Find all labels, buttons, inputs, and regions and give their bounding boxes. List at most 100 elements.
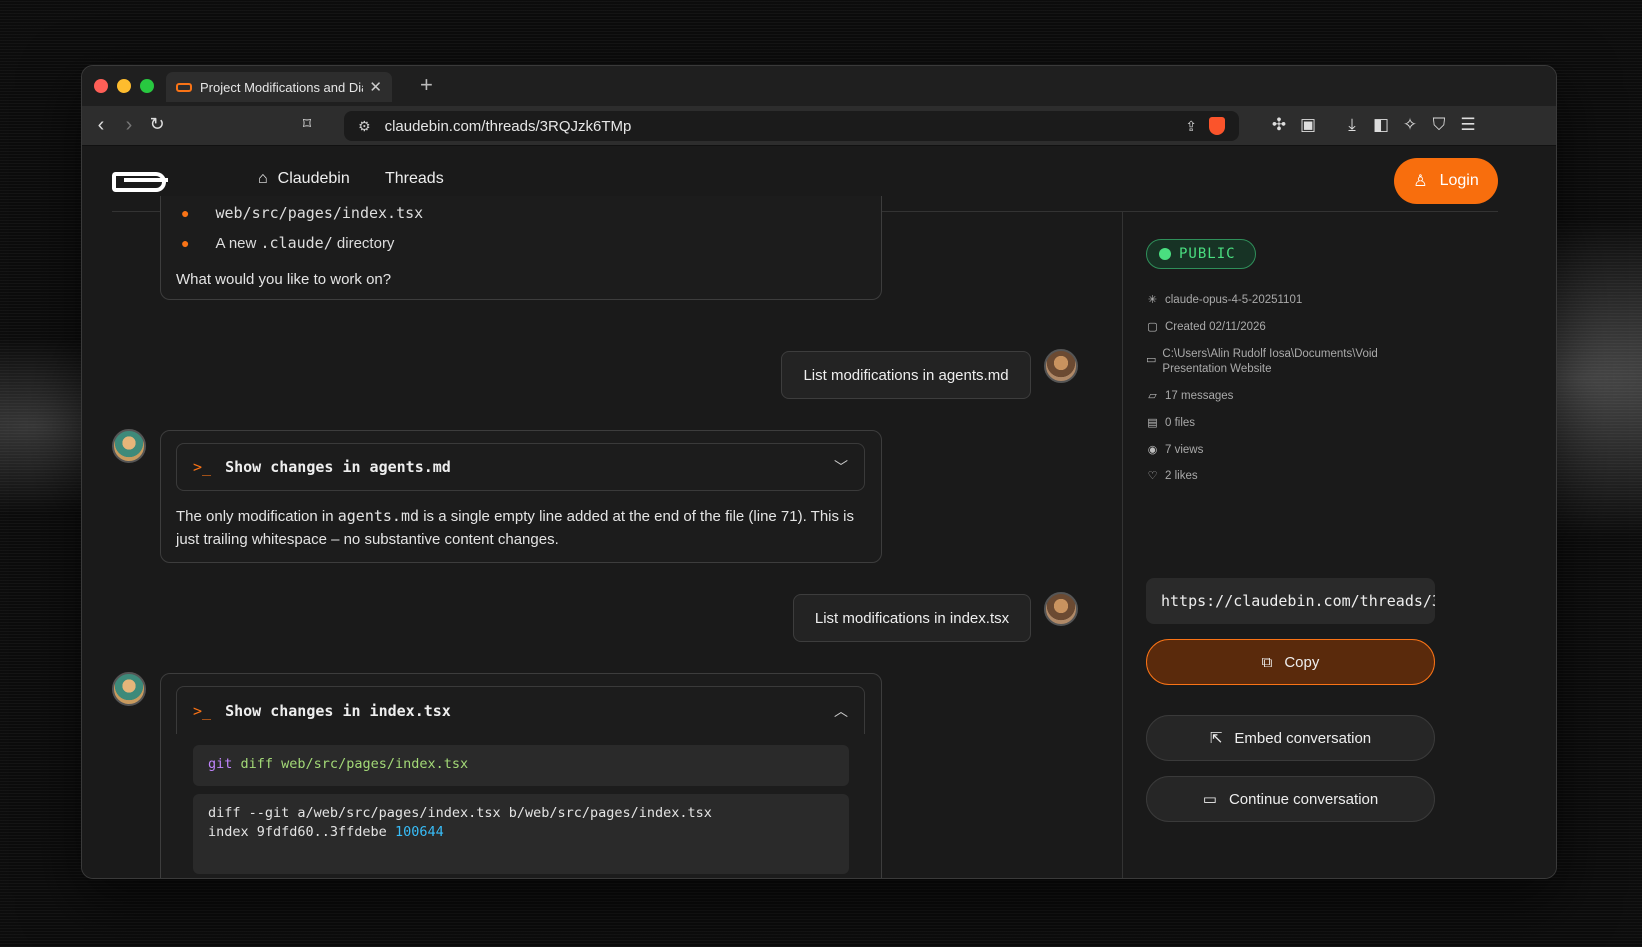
bookmark-icon[interactable]: ⌑ bbox=[296, 114, 318, 134]
new-tab-button[interactable]: + bbox=[420, 72, 433, 98]
sparkle-icon: ✳ bbox=[1147, 294, 1158, 306]
assistant-message: >_ Show changes in agents.md ﹀ The only … bbox=[160, 430, 882, 563]
share-url-field[interactable]: https://claudebin.com/threads/3RQJzk6TMp bbox=[1146, 578, 1435, 624]
copy-label: Copy bbox=[1284, 653, 1320, 671]
user-message: List modifications in index.tsx bbox=[793, 594, 1031, 642]
favicon-icon bbox=[176, 82, 192, 92]
diff-index: index 9fdfd60..3ffdebe bbox=[208, 824, 395, 840]
chat-bubble-icon: ▭ bbox=[1202, 791, 1217, 808]
command-args: diff web/src/pages/index.tsx bbox=[240, 756, 469, 772]
brave-shield-icon[interactable] bbox=[1209, 117, 1225, 135]
minimize-window-button[interactable] bbox=[117, 79, 131, 93]
vpn-shield-icon[interactable]: ⛉ bbox=[1428, 115, 1450, 135]
meta-views-text: 7 views bbox=[1165, 444, 1204, 456]
tool-call-toggle[interactable]: >_ Show changes in agents.md ﹀ bbox=[176, 443, 865, 491]
tool-call-title: Show changes in index.tsx bbox=[225, 701, 451, 720]
copy-icon: ⧉ bbox=[1261, 653, 1273, 671]
forward-icon[interactable]: › bbox=[118, 114, 140, 137]
external-link-icon: ⇱ bbox=[1209, 730, 1223, 747]
assistant-text: The only modification in agents.md is a … bbox=[176, 505, 866, 551]
file-icon: ▤ bbox=[1147, 417, 1158, 429]
menu-icon[interactable]: ☰ bbox=[1457, 115, 1479, 135]
terminal-icon: >_ bbox=[193, 701, 212, 720]
user-message: List modifications in agents.md bbox=[781, 351, 1031, 399]
window-controls bbox=[94, 79, 154, 93]
assistant-message: ● web/src/pages/index.tsx ● A new .claud… bbox=[160, 196, 882, 300]
back-icon[interactable]: ‹ bbox=[90, 114, 112, 137]
bullet-icon: ● bbox=[181, 235, 190, 251]
diff-line: index 9fdfd60..3ffdebe 100644 bbox=[208, 823, 834, 842]
browser-window: Project Modifications and Diag ✕ + ‹ › ↻… bbox=[81, 65, 1557, 879]
meta-files: ▤ 0 files bbox=[1146, 416, 1195, 431]
command-block: git diff web/src/pages/index.tsx bbox=[193, 745, 849, 786]
browser-toolbar: ‹ › ↻ ⌑ ⚙ claudebin.com/threads/3RQJzk6T… bbox=[82, 106, 1556, 146]
meta-model: ✳ claude-opus-4-5-20251101 bbox=[1146, 293, 1302, 308]
tab-title: Project Modifications and Diag bbox=[200, 79, 364, 95]
list-item-code: .claude/ bbox=[260, 234, 333, 252]
assistant-message: >_ Show changes in index.tsx ︿ git diff … bbox=[160, 673, 882, 878]
assistant-text: What would you like to work on? bbox=[176, 271, 392, 288]
reply-text-a: The only modification in bbox=[176, 508, 338, 525]
message-icon: ▱ bbox=[1148, 390, 1157, 402]
meta-created: ▢ Created 02/11/2026 bbox=[1146, 320, 1266, 335]
list-item: ● A new .claude/ directory bbox=[181, 234, 394, 252]
meta-likes-text: 2 likes bbox=[1165, 470, 1198, 482]
screenshot-icon[interactable]: ▣ bbox=[1297, 115, 1319, 135]
site-settings-icon[interactable]: ⚙ bbox=[358, 118, 371, 135]
close-tab-icon[interactable]: ✕ bbox=[369, 78, 382, 96]
browser-tab[interactable]: Project Modifications and Diag ✕ bbox=[166, 72, 392, 102]
download-icon[interactable]: ⤓ bbox=[1341, 115, 1363, 135]
reload-icon[interactable]: ↻ bbox=[146, 114, 168, 135]
user-avatar bbox=[1044, 592, 1078, 626]
chevron-up-icon[interactable]: ︿ bbox=[834, 701, 848, 721]
globe-icon bbox=[1159, 248, 1171, 260]
diff-output: diff --git a/web/src/pages/index.tsx b/w… bbox=[193, 794, 849, 874]
diff-line: diff --git a/web/src/pages/index.tsx b/w… bbox=[208, 805, 712, 821]
ai-assistant-icon[interactable]: ✧ bbox=[1399, 115, 1421, 135]
heart-icon: ♡ bbox=[1147, 470, 1158, 482]
meta-views: ◉ 7 views bbox=[1146, 443, 1204, 458]
embed-label: Embed conversation bbox=[1234, 729, 1372, 747]
bullet-icon: ● bbox=[181, 205, 190, 221]
close-window-button[interactable] bbox=[94, 79, 108, 93]
tool-call-title: Show changes in agents.md bbox=[225, 458, 451, 476]
meta-path-text: C:\Users\Alin Rudolf Iosa\Documents\Void… bbox=[1162, 348, 1378, 375]
visibility-label: PUBLIC bbox=[1179, 246, 1236, 262]
continue-conversation-button[interactable]: ▭ Continue conversation bbox=[1146, 776, 1435, 822]
nav-threads-link[interactable]: Threads bbox=[385, 170, 444, 188]
list-item: ● web/src/pages/index.tsx bbox=[181, 204, 423, 222]
url-text[interactable]: claudebin.com/threads/3RQJzk6TMp bbox=[385, 118, 1186, 135]
meta-model-text: claude-opus-4-5-20251101 bbox=[1165, 294, 1303, 306]
meta-likes: ♡ 2 likes bbox=[1146, 469, 1198, 484]
calendar-icon: ▢ bbox=[1147, 321, 1158, 333]
share-icon[interactable]: ⇪ bbox=[1185, 118, 1197, 135]
continue-label: Continue conversation bbox=[1228, 790, 1379, 808]
terminal-icon: >_ bbox=[193, 458, 212, 476]
eye-icon: ◉ bbox=[1147, 444, 1158, 456]
list-item-text: web/src/pages/index.tsx bbox=[215, 204, 424, 222]
meta-files-text: 0 files bbox=[1165, 417, 1196, 429]
meta-messages: ▱ 17 messages bbox=[1146, 389, 1233, 404]
sidebar-toggle-icon[interactable]: ◧ bbox=[1370, 115, 1392, 135]
chevron-down-icon[interactable]: ﹀ bbox=[834, 457, 848, 477]
tool-call-toggle[interactable]: >_ Show changes in index.tsx ︿ bbox=[176, 686, 865, 734]
meta-created-text: Created 02/11/2026 bbox=[1165, 321, 1266, 333]
extensions-icon[interactable]: ✣ bbox=[1268, 115, 1290, 135]
sidebar-divider bbox=[1122, 212, 1123, 878]
login-button[interactable]: ♙ Login bbox=[1394, 158, 1498, 204]
login-label: Login bbox=[1439, 172, 1479, 189]
visibility-badge: PUBLIC bbox=[1146, 239, 1256, 269]
home-icon: ⌂ bbox=[258, 170, 268, 187]
maximize-window-button[interactable] bbox=[140, 79, 154, 93]
nav-home-label: Claudebin bbox=[277, 170, 350, 187]
claudebin-logo[interactable] bbox=[112, 172, 168, 192]
nav-home-link[interactable]: ⌂ Claudebin bbox=[258, 170, 350, 188]
copy-button[interactable]: ⧉ Copy bbox=[1146, 639, 1435, 685]
embed-conversation-button[interactable]: ⇱ Embed conversation bbox=[1146, 715, 1435, 761]
address-bar[interactable]: ⚙ claudebin.com/threads/3RQJzk6TMp ⇪ bbox=[344, 111, 1239, 141]
list-item-suffix: directory bbox=[332, 235, 395, 252]
assistant-avatar bbox=[112, 672, 146, 706]
folder-icon: ▭ bbox=[1146, 354, 1157, 366]
meta-messages-text: 17 messages bbox=[1165, 390, 1234, 402]
assistant-avatar bbox=[112, 429, 146, 463]
